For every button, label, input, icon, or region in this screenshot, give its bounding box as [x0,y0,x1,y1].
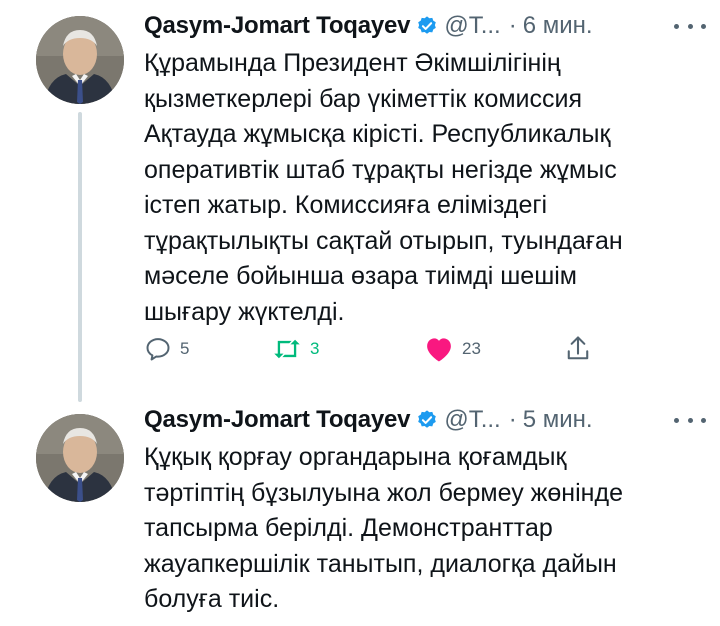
tweet-header: Qasym-Jomart Toqayev @T... · 6 мин. [144,8,706,44]
action-bar: 5 3 23 [144,333,604,365]
reply-count: 5 [180,339,190,358]
tweet-header: Qasym-Jomart Toqayev @T... · 5 мин. [144,402,706,438]
like-count: 23 [462,339,481,358]
avatar[interactable] [36,414,124,502]
tweet-2[interactable]: Qasym-Jomart Toqayev @T... · 5 мин. Құқы… [0,400,720,626]
share-button[interactable] [564,333,592,365]
author-name[interactable]: Qasym-Jomart Toqayev [144,406,411,434]
retweet-count: 3 [310,339,320,358]
reply-icon [146,338,170,361]
separator-dot: · [508,406,517,433]
author-handle[interactable]: @T... [444,406,500,434]
separator-dot: · [508,12,517,39]
avatar-portrait-icon [36,414,124,502]
avatar-portrait-icon [36,16,124,104]
share-icon [567,336,589,360]
tweet-text: Құқық қорғау органдарына қоғамдық тәртіп… [144,443,623,613]
verified-badge-icon [418,16,437,34]
verified-badge-icon [418,410,437,428]
author-handle[interactable]: @T... [444,12,500,40]
more-options-icon[interactable] [674,408,706,432]
retweet-button[interactable]: 3 [272,333,319,365]
more-options-icon[interactable] [674,14,706,38]
retweet-icon [274,339,300,359]
timestamp[interactable]: 5 мин. [523,406,593,434]
like-button[interactable]: 23 [424,333,481,365]
tweet-text: Құрамында Президент Әкімшілігінің қызмет… [144,49,623,326]
tweet-1[interactable]: Qasym-Jomart Toqayev @T... · 6 мин. Құра… [0,0,720,402]
avatar[interactable] [36,16,124,104]
heart-icon [427,338,451,362]
author-name[interactable]: Qasym-Jomart Toqayev [144,12,411,40]
timestamp[interactable]: 6 мин. [523,12,593,40]
thread-connector-line [78,112,82,402]
reply-button[interactable]: 5 [144,333,189,365]
